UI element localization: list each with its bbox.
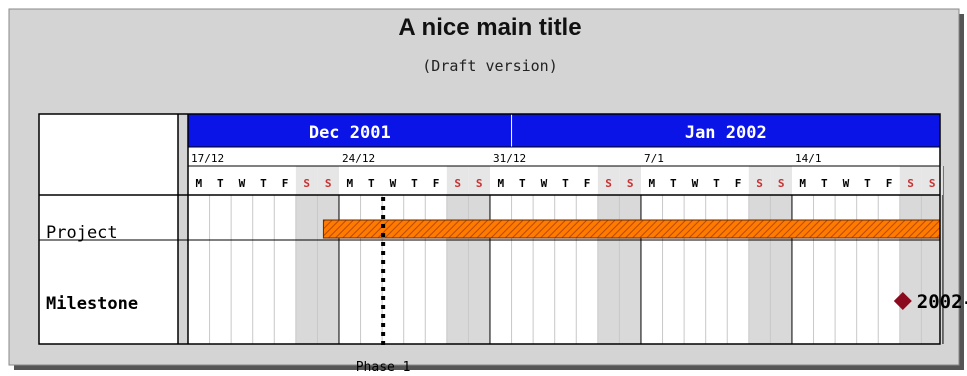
day-letter: W [692, 177, 699, 190]
chart-frame: Dec 2001 Jan 2002 17/12 24/12 31/12 7/1 14/1 M T… [0, 0, 967, 375]
day-letter: F [433, 177, 440, 190]
day-letter: F [282, 177, 289, 190]
day-letter: S [907, 177, 914, 190]
day-letter: W [843, 177, 850, 190]
weekend-band [597, 195, 620, 344]
weekend-band [295, 195, 318, 344]
day-letter: W [239, 177, 246, 190]
day-letter: T [368, 177, 375, 190]
day-letter: T [713, 177, 720, 190]
day-letter: T [821, 177, 828, 190]
weekend-band [317, 195, 339, 344]
gantt-chart: Dec 2001 Jan 2002 17/12 24/12 31/12 7/1 14/1 M T… [8, 8, 967, 375]
day-letter: F [886, 177, 893, 190]
day-letter: S [778, 177, 785, 190]
month-header-band [188, 114, 940, 147]
day-letter: S [325, 177, 332, 190]
day-letter: F [584, 177, 591, 190]
day-letter: S [627, 177, 634, 190]
month-label: Jan 2002 [685, 123, 767, 143]
week-label: 14/1 [795, 152, 822, 165]
week-header-band [188, 147, 940, 166]
day-letter: M [648, 177, 655, 190]
day-letter: T [217, 177, 224, 190]
day-letter: T [864, 177, 871, 190]
day-letter: F [735, 177, 742, 190]
phase-label: Phase 1 [356, 360, 411, 372]
week-label: 7/1 [644, 152, 664, 165]
chart-title: A nice main title [398, 14, 582, 41]
day-letter: M [799, 177, 806, 190]
row-label-milestone: Milestone [46, 294, 138, 314]
day-letter: T [411, 177, 418, 190]
weekend-band [770, 195, 792, 344]
weekend-band [446, 195, 469, 344]
milestone-label: 2002-01-19 [917, 291, 967, 313]
day-letter: W [541, 177, 548, 190]
row-label-project: Project [46, 223, 118, 243]
day-letter: S [756, 177, 763, 190]
day-letter: S [303, 177, 310, 190]
weekend-band [619, 195, 641, 344]
chart-subtitle: (Draft version) [422, 57, 558, 75]
week-label: 17/12 [191, 152, 224, 165]
day-letter: T [562, 177, 569, 190]
weekend-band [468, 195, 490, 344]
project-bar [322, 219, 941, 239]
month-label: Dec 2001 [309, 123, 391, 143]
day-letter: S [476, 177, 483, 190]
day-letter: M [497, 177, 504, 190]
day-letter: T [670, 177, 677, 190]
weekend-band [748, 195, 771, 344]
day-letter: S [454, 177, 461, 190]
weekend-band [899, 195, 922, 344]
day-letter: T [519, 177, 526, 190]
day-letter: S [929, 177, 936, 190]
week-label: 31/12 [493, 152, 526, 165]
day-letter: S [605, 177, 612, 190]
day-letter: W [390, 177, 397, 190]
day-letter: M [195, 177, 202, 190]
day-letter: M [346, 177, 353, 190]
week-label: 24/12 [342, 152, 375, 165]
day-letter: T [260, 177, 267, 190]
